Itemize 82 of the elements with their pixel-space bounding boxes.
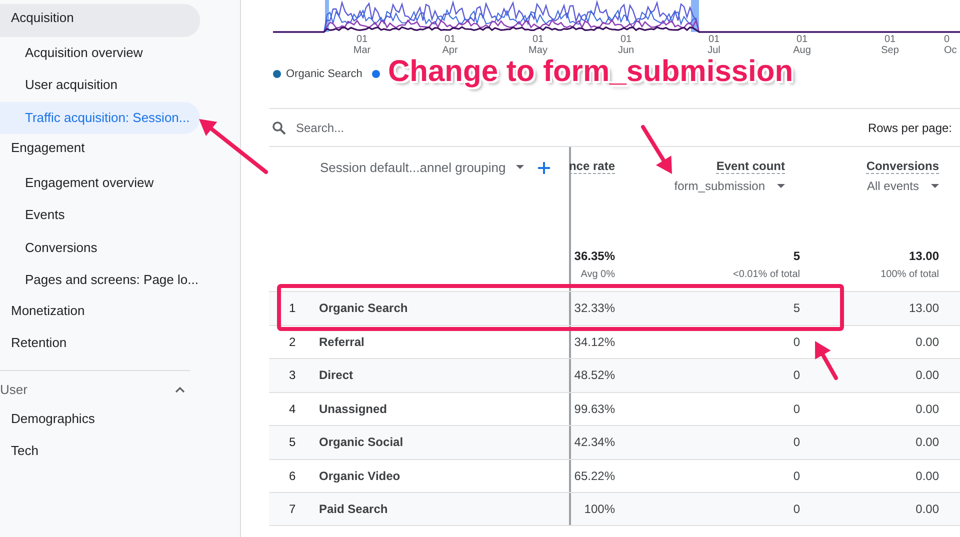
table-cell: 0.00 bbox=[916, 334, 939, 349]
axis-label: 01 Jun bbox=[616, 34, 636, 56]
table-cell: 34.12% bbox=[574, 334, 615, 349]
row-number: 6 bbox=[288, 468, 297, 483]
nav-item[interactable]: Engagement bbox=[0, 134, 200, 166]
table-cell: Organic Social bbox=[319, 435, 404, 450]
row-number: 5 bbox=[288, 435, 297, 450]
column-header[interactable]: Conversions bbox=[866, 159, 939, 174]
table-cell: Organic Video bbox=[319, 468, 400, 483]
callout-text: Change to form_submission bbox=[388, 55, 794, 89]
axis-label: 01 Aug bbox=[792, 34, 812, 56]
table-cell: 32.33% bbox=[574, 301, 615, 316]
row-number: 7 bbox=[288, 502, 297, 516]
table-cell: Unassigned bbox=[319, 402, 388, 416]
axis-label: 01 Apr bbox=[441, 34, 459, 56]
dimension-dropdown[interactable]: Session default...annel grouping bbox=[320, 160, 524, 175]
table-cell: 99.63% bbox=[574, 402, 615, 416]
table-cell: 0.00 bbox=[916, 402, 939, 416]
total-value: 36.35% bbox=[574, 249, 615, 263]
axis-label: 01 May bbox=[528, 34, 548, 56]
arrow bbox=[199, 119, 268, 174]
axis-label: 0 Oc bbox=[944, 34, 958, 56]
nav-item[interactable]: Demographics bbox=[0, 404, 200, 437]
table-cell: 13.00 bbox=[908, 301, 939, 316]
rows-per-page-label: Rows per page: bbox=[868, 120, 953, 134]
table-cell: 0 bbox=[793, 334, 800, 349]
table-cell: 0 bbox=[793, 368, 800, 382]
table-cell: 65.22% bbox=[574, 468, 615, 483]
add-icon[interactable] bbox=[538, 162, 550, 174]
collapse-icon[interactable] bbox=[174, 386, 186, 394]
row-number: 1 bbox=[288, 301, 297, 316]
table-cell: 42.34% bbox=[574, 435, 615, 450]
nav-item[interactable]: User acquisition bbox=[0, 69, 200, 102]
table-cell: 48.52% bbox=[574, 368, 615, 382]
table-cell: 0.00 bbox=[916, 368, 939, 382]
search-icon bbox=[272, 120, 286, 134]
column-header[interactable]: Event count bbox=[716, 159, 785, 174]
nav-item[interactable]: Tech bbox=[0, 437, 200, 470]
nav-item[interactable]: Events bbox=[0, 199, 200, 232]
caret-icon[interactable] bbox=[931, 184, 939, 188]
section-title[interactable]: User bbox=[0, 382, 28, 397]
row-number: 3 bbox=[288, 368, 297, 382]
table-cell: 0 bbox=[793, 468, 800, 483]
axis-label: 01 Jul bbox=[706, 34, 722, 56]
total-note: <0.01% of total bbox=[733, 269, 800, 280]
search-field[interactable]: Search... bbox=[294, 120, 494, 136]
table-cell: 100% bbox=[584, 502, 615, 516]
nav-item[interactable]: Acquisition bbox=[0, 4, 200, 36]
nav-item[interactable]: Engagement overview bbox=[0, 166, 200, 199]
table-cell: Direct bbox=[319, 368, 354, 382]
table-cell: 0.00 bbox=[916, 502, 939, 516]
nav-item[interactable]: Acquisition overview bbox=[0, 36, 200, 69]
row-number: 4 bbox=[288, 402, 297, 416]
table-cell: 5 bbox=[793, 301, 800, 316]
metric-dropdown[interactable]: form_submission bbox=[674, 179, 785, 193]
nav-item[interactable]: Conversions bbox=[0, 232, 200, 264]
total-value: 5 bbox=[793, 249, 800, 263]
column-header[interactable]: nce rate bbox=[568, 159, 615, 174]
table-cell: Referral bbox=[319, 334, 364, 349]
table-cell: 0 bbox=[793, 435, 800, 450]
nav-item[interactable]: Monetization bbox=[0, 296, 200, 329]
nav-item[interactable]: Traffic acquisition: Session... bbox=[0, 102, 200, 134]
row-number: 2 bbox=[288, 334, 297, 349]
total-note: 100% of total bbox=[880, 269, 939, 280]
caret-icon[interactable] bbox=[516, 165, 524, 170]
total-value: 13.00 bbox=[908, 249, 939, 263]
table-cell: Paid Search bbox=[319, 502, 388, 516]
axis-label: 01 Mar bbox=[352, 34, 372, 56]
table-cell: Organic Search bbox=[319, 301, 408, 316]
total-note: Avg 0% bbox=[580, 269, 615, 280]
nav-item[interactable]: Retention bbox=[0, 329, 200, 362]
arrow bbox=[815, 341, 838, 380]
arrow bbox=[641, 125, 672, 174]
table-cell: 0.00 bbox=[916, 468, 939, 483]
nav-item[interactable]: Pages and screens: Page lo... bbox=[0, 264, 200, 296]
metric-dropdown[interactable]: All events bbox=[866, 179, 939, 193]
legend-label: Organic Search bbox=[286, 68, 362, 80]
caret-icon[interactable] bbox=[777, 184, 785, 188]
table-cell: 0.00 bbox=[916, 435, 939, 450]
table-cell: 0 bbox=[793, 502, 800, 516]
axis-label: 01 Sep bbox=[880, 34, 900, 56]
table-cell: 0 bbox=[793, 402, 800, 416]
